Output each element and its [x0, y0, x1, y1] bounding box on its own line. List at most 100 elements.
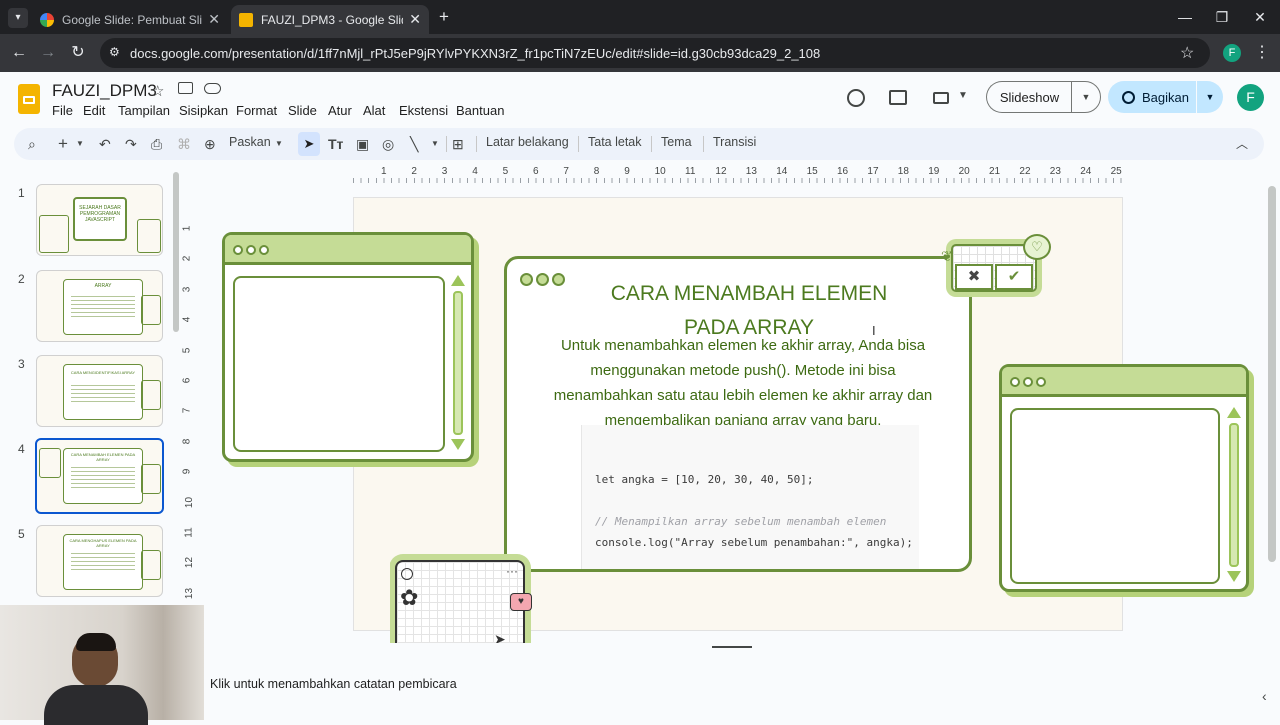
ruler-tick-label: 6	[533, 166, 539, 177]
menu-extensions[interactable]: Ekstensi	[399, 103, 448, 118]
forward-icon[interactable]: →	[37, 42, 59, 64]
menu-arrange[interactable]: Atur	[328, 103, 352, 118]
line-dropdown-icon[interactable]: ▼	[431, 134, 439, 154]
ruler-tick-label: 20	[958, 166, 970, 177]
notes-resize-handle[interactable]	[712, 646, 752, 648]
ruler-tick-label: 8	[593, 166, 600, 177]
menu-file[interactable]: File	[52, 103, 73, 118]
close-window-icon[interactable]: ✕	[1245, 6, 1275, 28]
slide-body-text[interactable]: Untuk menambahkan elemen ke akhir array,…	[541, 333, 945, 433]
background-button[interactable]: Latar belakang	[486, 135, 569, 149]
share-button[interactable]: Bagikan	[1108, 81, 1196, 113]
ruler-tick-label: 13	[745, 166, 757, 177]
undo-icon[interactable]: ↶	[99, 134, 111, 154]
slide-thumbnail-5[interactable]: CARA MENGHAPUS ELEMEN PADA ARRAY	[36, 525, 163, 597]
url-field[interactable]: ⚙ docs.google.com/presentation/d/1ff7nMj…	[100, 38, 1210, 68]
canvas-scrollbar[interactable]	[1268, 186, 1276, 562]
menu-format[interactable]: Format	[236, 103, 277, 118]
redo-icon[interactable]: ↷	[125, 134, 137, 154]
main-content-window[interactable]: CARA MENAMBAH ELEMEN PADA ARRAY Untuk me…	[504, 256, 972, 572]
menu-help[interactable]: Bantuan	[456, 103, 504, 118]
paint-format-icon[interactable]: ⌘	[177, 134, 191, 154]
code-block[interactable]: let angka = [10, 20, 30, 40, 50]; // Men…	[581, 425, 919, 569]
browser-tab-2[interactable]: FAUZI_DPM3 - Google Slide ✕	[231, 5, 429, 34]
window-scrollbar	[453, 291, 463, 435]
zoom-dropdown-icon[interactable]: ▼	[275, 134, 283, 154]
comments-icon[interactable]	[889, 90, 907, 105]
decorative-window-left[interactable]	[222, 232, 474, 462]
slide-thumbnail-3[interactable]: CARA MENGIDENTIFIKASI ARRAY	[36, 355, 163, 427]
meet-camera-icon[interactable]	[933, 92, 949, 104]
bookmark-star-icon[interactable]: ☆	[1180, 43, 1194, 63]
slide-thumbnail-4[interactable]: CARA MENAMBAH ELEMEN PADA ARRAY	[35, 438, 164, 514]
slides-icon	[239, 12, 253, 27]
vertical-ruler-tick-label: 9	[181, 468, 193, 475]
ruler-tick-label: 4	[472, 166, 478, 177]
new-slide-dropdown-icon[interactable]: ▼	[76, 134, 84, 154]
horizontal-ruler: 1 2 3 4 5 6 7 8 9 10 11 12 13 14 15 16 17 18 19 20 21 22 23 24 2…	[353, 165, 1123, 183]
window-scrollbar	[1229, 423, 1239, 567]
ruler-tick-label: 25	[1110, 166, 1122, 177]
print-icon[interactable]: ⎙	[151, 134, 162, 154]
window-dot	[552, 273, 565, 286]
phone-sticker[interactable]: ··· ♥ ✿ ➤	[390, 553, 532, 643]
slide-thumbnail-1[interactable]: SEJARAH DASAR PEMROGRAMAN JAVASCRIPT	[36, 184, 163, 256]
scroll-down-icon	[1227, 571, 1241, 582]
select-tool-button[interactable]: ➤	[298, 132, 320, 156]
share-options-button[interactable]: ▼	[1197, 81, 1223, 113]
menu-view[interactable]: Tampilan	[118, 103, 170, 118]
toolbar-divider	[446, 136, 447, 152]
speaker-notes[interactable]: Klik untuk menambahkan catatan pembicara	[197, 668, 1267, 700]
filmstrip-scrollbar[interactable]	[173, 172, 179, 332]
insert-comment-icon[interactable]: ⊞	[452, 134, 464, 154]
search-menus-icon[interactable]: ⌕	[28, 134, 36, 154]
meet-dropdown-icon[interactable]: ▼	[958, 90, 968, 101]
line-icon[interactable]: ╲	[410, 134, 418, 154]
user-icon	[401, 568, 413, 580]
transition-button[interactable]: Transisi	[713, 135, 756, 149]
slide-number: 5	[18, 527, 25, 541]
tab-title: Google Slide: Pembuat Slidesho	[62, 12, 203, 27]
google-icon	[40, 12, 54, 27]
address-bar: ← → ↻ ⚙ docs.google.com/presentation/d/1…	[0, 34, 1280, 72]
menu-tools[interactable]: Alat	[363, 103, 385, 118]
back-icon[interactable]: ←	[8, 42, 30, 64]
site-info-icon[interactable]: ⚙	[109, 45, 120, 59]
theme-button[interactable]: Tema	[661, 135, 692, 149]
profile-avatar[interactable]: F	[1223, 44, 1241, 62]
vertical-ruler-tick-label: 10	[184, 496, 196, 508]
insert-image-icon[interactable]: ▣	[356, 134, 369, 154]
browser-tab-1[interactable]: Google Slide: Pembuat Slidesho ✕	[32, 5, 228, 34]
side-panel-toggle-icon[interactable]: ‹	[1262, 688, 1267, 704]
close-tab-icon[interactable]: ✕	[208, 11, 220, 28]
browser-menu-icon[interactable]: ⋮	[1252, 42, 1272, 62]
browser-tab-bar: ▾ Google Slide: Pembuat Slidesho ✕ FAUZI…	[0, 0, 1280, 34]
scroll-up-icon	[451, 275, 465, 286]
version-history-icon[interactable]	[847, 89, 865, 107]
reload-icon[interactable]: ↻	[67, 42, 89, 64]
zoom-icon[interactable]: ⊕	[204, 134, 216, 154]
zoom-select[interactable]: Paskan	[229, 135, 271, 149]
text-box-icon[interactable]: Tт	[328, 134, 343, 154]
slideshow-options-button[interactable]: ▼	[1071, 81, 1101, 113]
restore-icon[interactable]: ❐	[1207, 6, 1237, 28]
account-avatar[interactable]: F	[1237, 84, 1264, 111]
layout-button[interactable]: Tata letak	[588, 135, 642, 149]
new-slide-icon[interactable]: +	[58, 134, 68, 154]
decorative-window-right[interactable]	[999, 364, 1249, 592]
menu-insert[interactable]: Sisipkan	[179, 103, 228, 118]
checkbox-sticker[interactable]: ✖ ✔ ♡ ❦	[941, 234, 1055, 298]
new-tab-icon[interactable]: +	[434, 6, 454, 28]
more-icon: ···	[506, 564, 518, 578]
toolbar-divider	[476, 136, 477, 152]
slide-thumbnail-2[interactable]: ARRAY	[36, 270, 163, 342]
minimize-icon[interactable]: —	[1170, 6, 1200, 28]
menu-edit[interactable]: Edit	[83, 103, 105, 118]
shape-icon[interactable]: ◎	[382, 134, 394, 154]
menu-slide[interactable]: Slide	[288, 103, 317, 118]
tab-list-button[interactable]: ▾	[8, 8, 28, 28]
collapse-toolbar-icon[interactable]: ︿	[1236, 134, 1248, 154]
slideshow-button[interactable]: Slideshow	[986, 81, 1072, 113]
close-tab-icon[interactable]: ✕	[409, 11, 421, 28]
